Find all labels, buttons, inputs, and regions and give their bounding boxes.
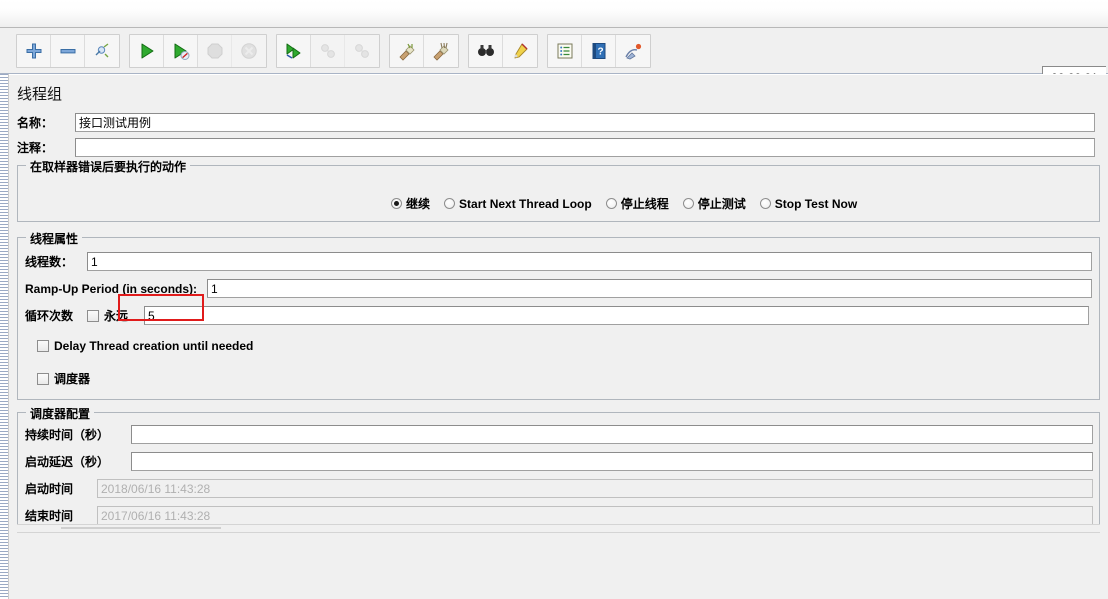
clear-icon[interactable]: [390, 34, 424, 67]
thread-count-row: 线程数： 1: [25, 252, 1095, 271]
rampup-row: Ramp-Up Period (in seconds): 1: [25, 279, 1095, 298]
delay-thread-creation-label: Delay Thread creation until needed: [54, 339, 254, 353]
radio-stop-thread[interactable]: 停止线程: [605, 195, 669, 212]
radio-stop-test-indicator: [682, 198, 694, 209]
startup-delay-input[interactable]: [131, 452, 1093, 471]
forever-checkbox[interactable]: [87, 309, 99, 322]
forever-label: 永远: [104, 309, 129, 323]
loop-count-row: 循环次数 永远 5: [25, 306, 1095, 325]
thread-count-input[interactable]: 1: [87, 252, 1092, 271]
tree-splitter[interactable]: [0, 74, 9, 599]
remote-start-all-icon[interactable]: [277, 34, 311, 67]
radio-stop-test-now-indicator: [759, 198, 771, 209]
main-toolbar: ? 00:00:01: [0, 28, 1108, 88]
comments-input[interactable]: [75, 138, 1095, 157]
function-helper-icon[interactable]: [548, 34, 582, 67]
scheduler-label: 调度器: [54, 372, 91, 386]
loop-count-input[interactable]: 5: [144, 306, 1089, 325]
split-handle-grip: [61, 527, 221, 529]
name-label: 名称：: [17, 116, 54, 130]
templates-icon[interactable]: [616, 34, 650, 67]
comments-row: 注释：: [17, 138, 1102, 157]
shutdown-icon: [232, 34, 266, 67]
thread-group-panel: 线程组 名称： 接口测试用例 注释： 在取样器错误后要执行的动作 继续 Star…: [9, 74, 1108, 599]
thread-properties-title: 线程属性: [26, 230, 83, 247]
thread-properties-group: 线程属性 线程数： 1 Ramp-Up Period (in seconds):…: [17, 230, 1100, 400]
toolbar-group-edit: [16, 33, 120, 68]
radio-continue-label: 继续: [406, 197, 431, 211]
end-time-row: 结束时间 2017/06/16 11:43:28: [25, 506, 1095, 525]
radio-stop-thread-indicator: [605, 198, 617, 209]
rampup-label: Ramp-Up Period (in seconds):: [25, 281, 198, 296]
end-time-label: 结束时间: [25, 509, 74, 523]
radio-stop-test-now-label: Stop Test Now: [774, 196, 858, 211]
page-title: 线程组: [17, 86, 63, 103]
duration-row: 持续时间（秒）: [25, 425, 1095, 444]
toolbar-group-run: [129, 33, 267, 68]
radio-stop-thread-label: 停止线程: [620, 197, 669, 211]
radio-stop-test-label: 停止测试: [697, 197, 746, 211]
scheduler-config-title: 调度器配置: [26, 405, 95, 422]
startup-delay-row: 启动延迟（秒）: [25, 452, 1095, 471]
clear-all-icon[interactable]: [424, 34, 458, 67]
start-time-input[interactable]: 2018/06/16 11:43:28: [97, 479, 1093, 498]
delay-thread-creation-row[interactable]: Delay Thread creation until needed: [37, 339, 253, 353]
toolbar-group-clear: [389, 33, 459, 68]
toolbar-group-search: [468, 33, 538, 68]
jmeter-window: ? 00:00:01 线程组 名称： 接口测试用例 注释：: [0, 0, 1108, 599]
start-no-pauses-icon[interactable]: [164, 34, 198, 67]
duration-label: 持续时间（秒）: [25, 428, 110, 442]
remote-stop-all-icon: [311, 34, 345, 67]
remote-shutdown-all-icon: [345, 34, 379, 67]
radio-start-next-thread-loop[interactable]: Start Next Thread Loop: [444, 197, 592, 211]
menu-bar: [0, 0, 1108, 28]
delay-thread-creation-checkbox[interactable]: [37, 340, 49, 352]
panel-split-handle[interactable]: [17, 524, 1100, 533]
radio-continue-indicator: [391, 198, 402, 209]
search-icon[interactable]: [469, 34, 503, 67]
toolbar-group-remote: [276, 33, 380, 68]
scheduler-checkbox[interactable]: [37, 372, 49, 385]
radio-stop-test[interactable]: 停止测试: [682, 195, 746, 212]
end-time-input[interactable]: 2017/06/16 11:43:28: [97, 506, 1093, 525]
startup-delay-label: 启动延迟（秒）: [25, 455, 110, 469]
sampler-error-action-group: 在取样器错误后要执行的动作 继续 Start Next Thread Loop …: [17, 158, 1100, 222]
sampler-error-action-options: 继续 Start Next Thread Loop 停止线程 停止测试 Stop: [391, 195, 857, 212]
scheduler-config-group: 调度器配置 持续时间（秒） 启动延迟（秒） 启动时间 2018/06/16 11…: [17, 405, 1100, 529]
name-row: 名称： 接口测试用例: [17, 113, 1102, 132]
toggle-icon[interactable]: [85, 34, 119, 67]
comments-label: 注释：: [17, 141, 54, 155]
rampup-input[interactable]: 1: [207, 279, 1092, 298]
svg-text:?: ?: [597, 46, 603, 57]
stop-icon: [198, 34, 232, 67]
thread-count-label: 线程数：: [25, 255, 74, 269]
start-time-label: 启动时间: [25, 482, 74, 496]
radio-start-next-thread-loop-label: Start Next Thread Loop: [459, 196, 592, 211]
radio-start-next-thread-loop-indicator: [444, 198, 456, 209]
start-time-row: 启动时间 2018/06/16 11:43:28: [25, 479, 1095, 498]
sampler-error-action-title: 在取样器错误后要执行的动作: [26, 158, 191, 175]
remove-icon[interactable]: [51, 34, 85, 67]
add-icon[interactable]: [17, 34, 51, 67]
search-reset-icon[interactable]: [503, 34, 537, 67]
help-icon[interactable]: ?: [582, 34, 616, 67]
radio-continue[interactable]: 继续: [391, 195, 430, 212]
radio-stop-test-now[interactable]: Stop Test Now: [759, 196, 858, 211]
name-input[interactable]: 接口测试用例: [75, 113, 1095, 132]
start-icon[interactable]: [130, 34, 164, 67]
duration-input[interactable]: [131, 425, 1093, 444]
scheduler-row[interactable]: 调度器: [37, 370, 90, 387]
loop-count-label: 循环次数: [25, 309, 74, 323]
toolbar-group-help: ?: [547, 33, 651, 68]
